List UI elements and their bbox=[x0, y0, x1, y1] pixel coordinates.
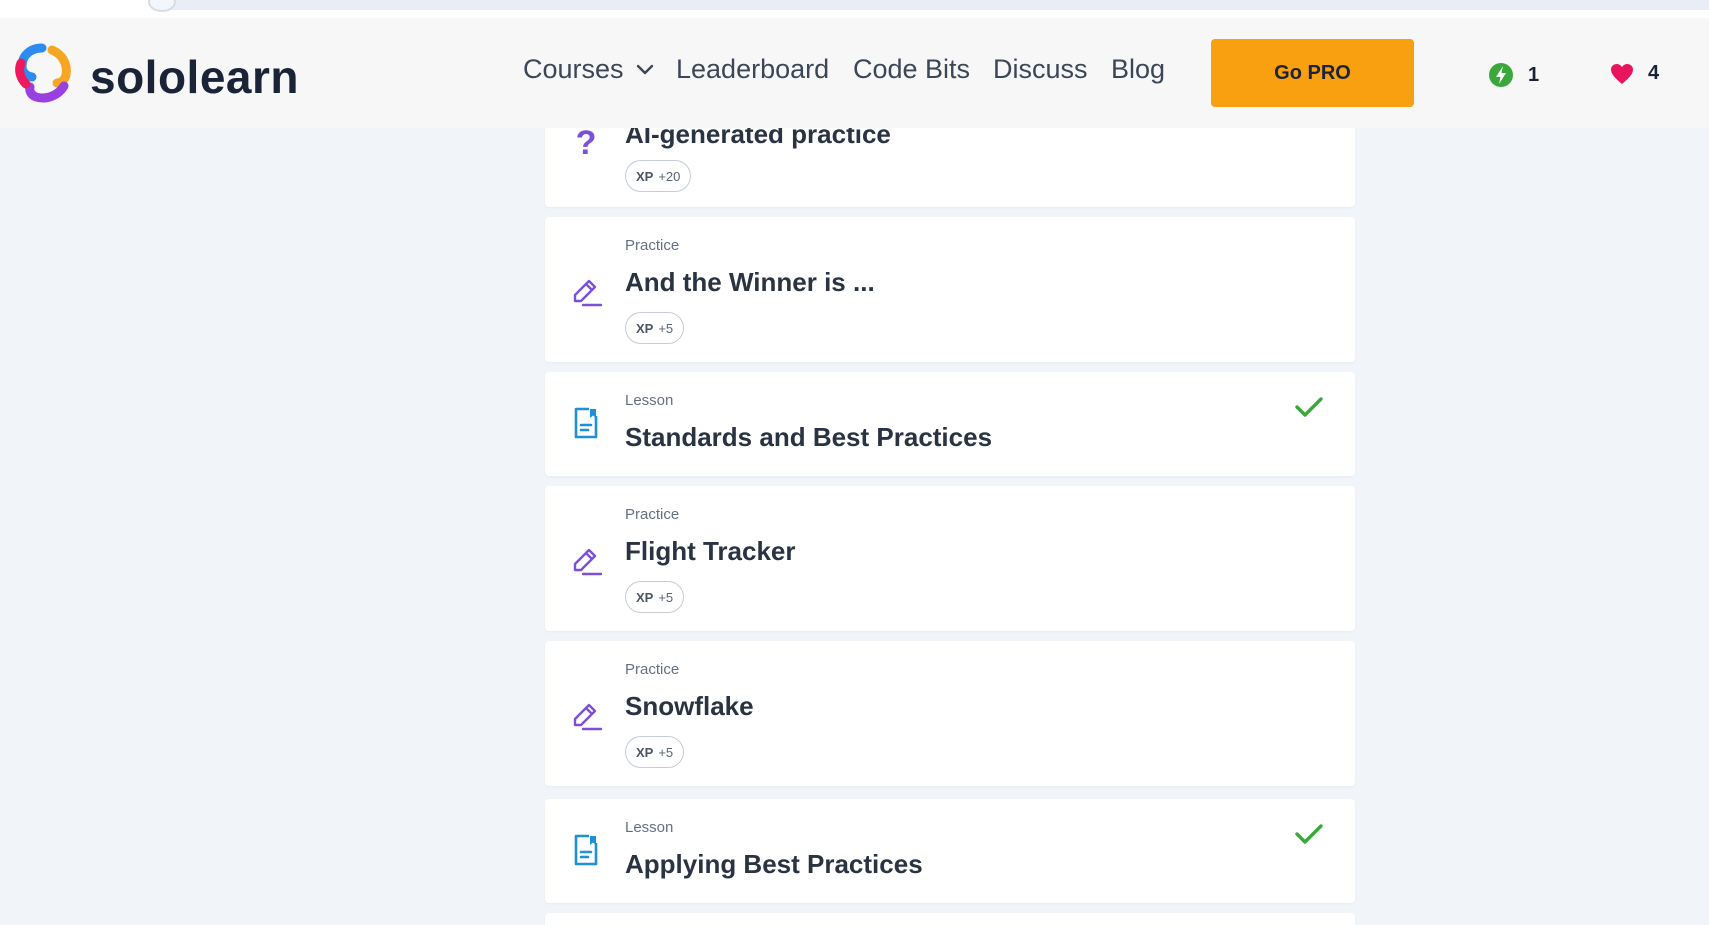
xp-badge: XP +20 bbox=[625, 160, 692, 192]
hearts-count: 4 bbox=[1648, 62, 1660, 84]
list-item-partial[interactable] bbox=[545, 913, 1355, 925]
xp-label: XP bbox=[636, 168, 654, 184]
item-kind: Practice bbox=[625, 506, 680, 523]
streak-count: 1 bbox=[1528, 63, 1540, 86]
list-item[interactable]: Practice Snowflake XP +5 bbox=[545, 641, 1355, 786]
nav-leaderboard[interactable]: Leaderboard bbox=[676, 56, 829, 83]
site-header: sololearn Courses Leaderboard Code Bits … bbox=[0, 18, 1709, 128]
xp-value: +5 bbox=[658, 589, 674, 605]
completed-check-icon bbox=[1295, 397, 1323, 417]
list-item[interactable]: Lesson Applying Best Practices bbox=[545, 799, 1355, 903]
lesson-icon bbox=[574, 834, 598, 866]
item-kind: Lesson bbox=[625, 819, 674, 836]
nav-courses-label: Courses bbox=[523, 54, 624, 84]
nav-blog[interactable]: Blog bbox=[1111, 56, 1165, 83]
item-title: Applying Best Practices bbox=[625, 849, 923, 879]
xp-badge: XP +5 bbox=[625, 312, 685, 344]
browser-address-bar[interactable] bbox=[150, 0, 1709, 10]
item-title: And the Winner is ... bbox=[625, 267, 875, 297]
item-kind: Practice bbox=[625, 661, 680, 678]
xp-label: XP bbox=[636, 589, 654, 605]
browser-tab-edge bbox=[148, 0, 176, 12]
xp-badge: XP +5 bbox=[625, 736, 685, 768]
xp-label: XP bbox=[636, 320, 654, 336]
brand-name[interactable]: sololearn bbox=[90, 54, 299, 100]
streak-bolt-icon bbox=[1489, 63, 1513, 87]
item-title: Flight Tracker bbox=[625, 536, 796, 566]
list-item[interactable]: Practice And the Winner is ... XP +5 bbox=[545, 217, 1355, 362]
browser-chrome bbox=[0, 0, 1709, 19]
nav-courses[interactable]: Courses bbox=[523, 56, 654, 83]
item-kind: Practice bbox=[625, 237, 680, 254]
heart-icon bbox=[1611, 63, 1633, 84]
xp-value: +5 bbox=[658, 744, 674, 760]
question-icon: ? bbox=[576, 125, 597, 159]
item-kind: Lesson bbox=[625, 392, 674, 409]
list-item[interactable]: Practice Flight Tracker XP +5 bbox=[545, 486, 1355, 631]
item-title: Snowflake bbox=[625, 691, 754, 721]
nav-code-bits[interactable]: Code Bits bbox=[853, 56, 970, 83]
chevron-down-icon bbox=[636, 64, 653, 74]
lesson-icon bbox=[574, 407, 598, 439]
nav-discuss[interactable]: Discuss bbox=[993, 56, 1088, 83]
xp-value: +20 bbox=[658, 168, 681, 184]
hearts-counter[interactable]: 4 bbox=[1610, 62, 1659, 85]
streak-counter[interactable]: 1 bbox=[1488, 62, 1539, 88]
svg-text:?: ? bbox=[576, 125, 597, 159]
pencil-icon bbox=[573, 279, 603, 307]
list-item[interactable]: Lesson Standards and Best Practices bbox=[545, 372, 1355, 476]
xp-badge: XP +5 bbox=[625, 581, 685, 613]
pencil-icon bbox=[573, 703, 603, 731]
xp-label: XP bbox=[636, 744, 654, 760]
pencil-icon bbox=[573, 548, 603, 576]
xp-value: +5 bbox=[658, 320, 674, 336]
item-title: Standards and Best Practices bbox=[625, 422, 993, 452]
completed-check-icon bbox=[1295, 824, 1323, 844]
go-pro-button[interactable]: Go PRO bbox=[1211, 39, 1414, 107]
sololearn-logo-icon[interactable] bbox=[12, 42, 74, 104]
